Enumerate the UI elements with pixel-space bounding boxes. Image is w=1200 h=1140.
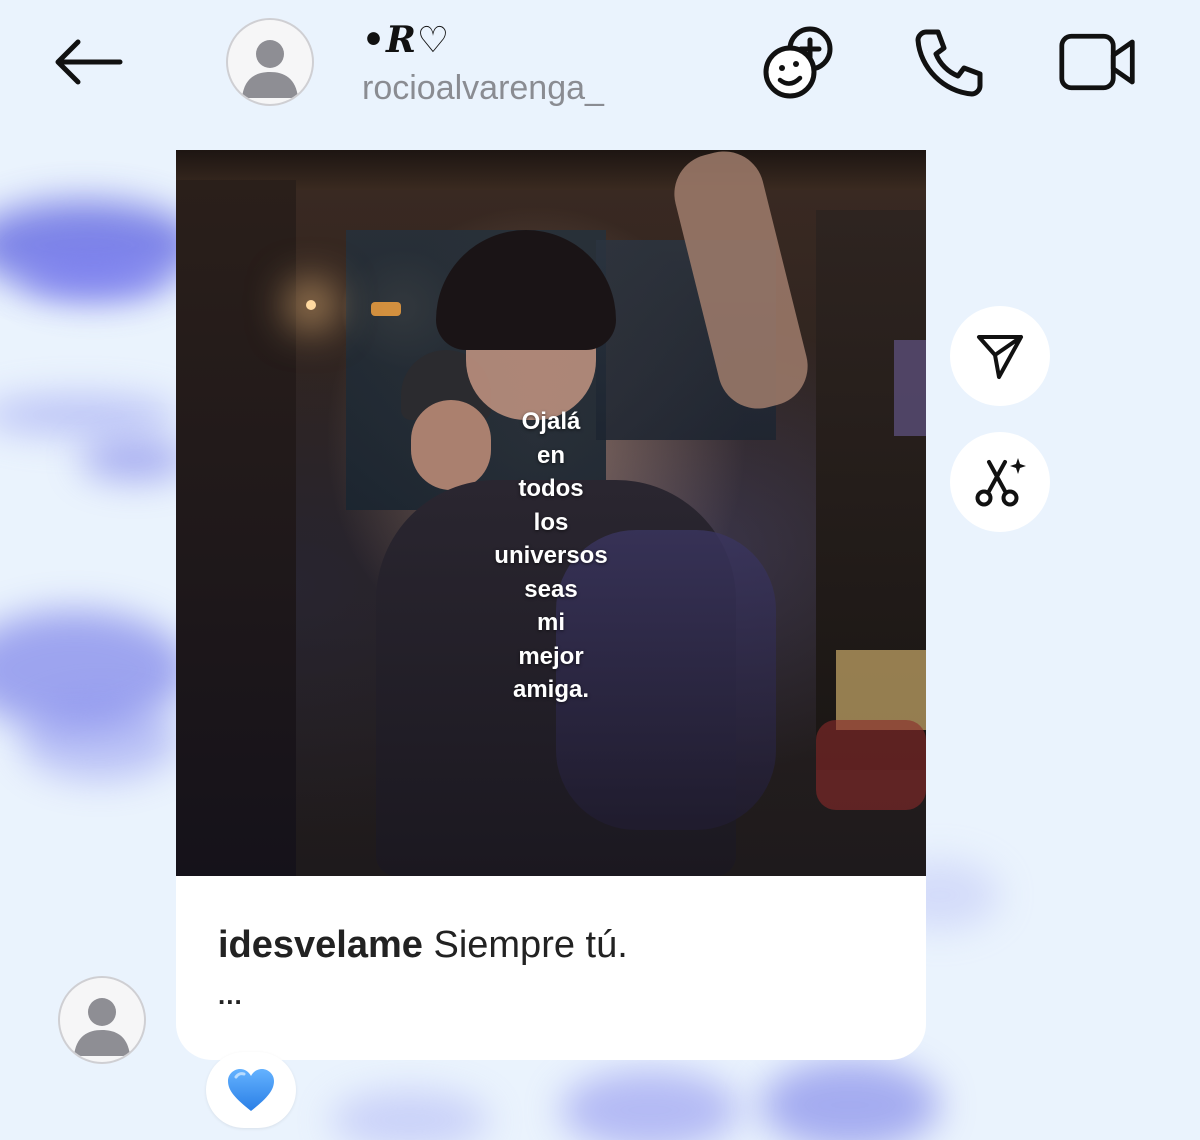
arrow-left-icon	[55, 39, 123, 85]
shared-post-message[interactable]: Ojalá en todos los universos seas mi mej…	[176, 150, 926, 1060]
contact-username: rocioalvarenga_	[362, 69, 604, 107]
post-caption-text: Siempre tú.	[433, 924, 628, 966]
remix-button[interactable]	[950, 432, 1050, 532]
overlay-line: seas	[524, 575, 578, 603]
overlay-line: amiga.	[512, 676, 590, 703]
contact-avatar[interactable]	[226, 18, 314, 106]
post-author[interactable]: idesvelame	[218, 924, 423, 966]
chat-header: •R♡ rocioalvarenga_	[0, 0, 1200, 130]
post-overlay-text: Ojalá en todos los universos seas mi mej…	[176, 405, 926, 707]
back-button[interactable]	[48, 30, 128, 94]
effects-button[interactable]	[760, 22, 840, 102]
overlay-line: universos	[494, 542, 608, 569]
share-button[interactable]	[950, 306, 1050, 406]
post-image: Ojalá en todos los universos seas mi mej…	[176, 150, 926, 876]
scissors-sparkle-icon	[975, 458, 1026, 507]
caption-ellipsis: ...	[218, 980, 243, 1010]
default-avatar-icon	[242, 40, 298, 98]
gamepad-add-icon	[763, 26, 833, 99]
contact-title[interactable]: •R♡ rocioalvarenga_	[362, 18, 604, 110]
blue-heart-icon	[228, 1069, 274, 1111]
overlay-line: mejor	[518, 642, 584, 670]
send-icon	[977, 335, 1023, 379]
overlay-line: mi	[536, 609, 565, 636]
default-avatar-icon	[74, 998, 130, 1056]
overlay-line: todos	[518, 475, 584, 502]
video-camera-icon	[1059, 33, 1135, 91]
overlay-line: los	[533, 508, 569, 536]
reaction-badge[interactable]	[206, 1052, 296, 1128]
post-caption: idesvelame Siempre tú.	[218, 924, 628, 967]
contact-display-name: •R♡	[362, 19, 451, 61]
overlay-line: en	[536, 441, 565, 469]
video-call-button[interactable]	[1058, 22, 1138, 102]
overlay-line: Ojalá	[521, 408, 581, 435]
phone-icon	[915, 29, 983, 97]
sender-avatar[interactable]	[58, 976, 146, 1064]
audio-call-button[interactable]	[910, 22, 990, 102]
